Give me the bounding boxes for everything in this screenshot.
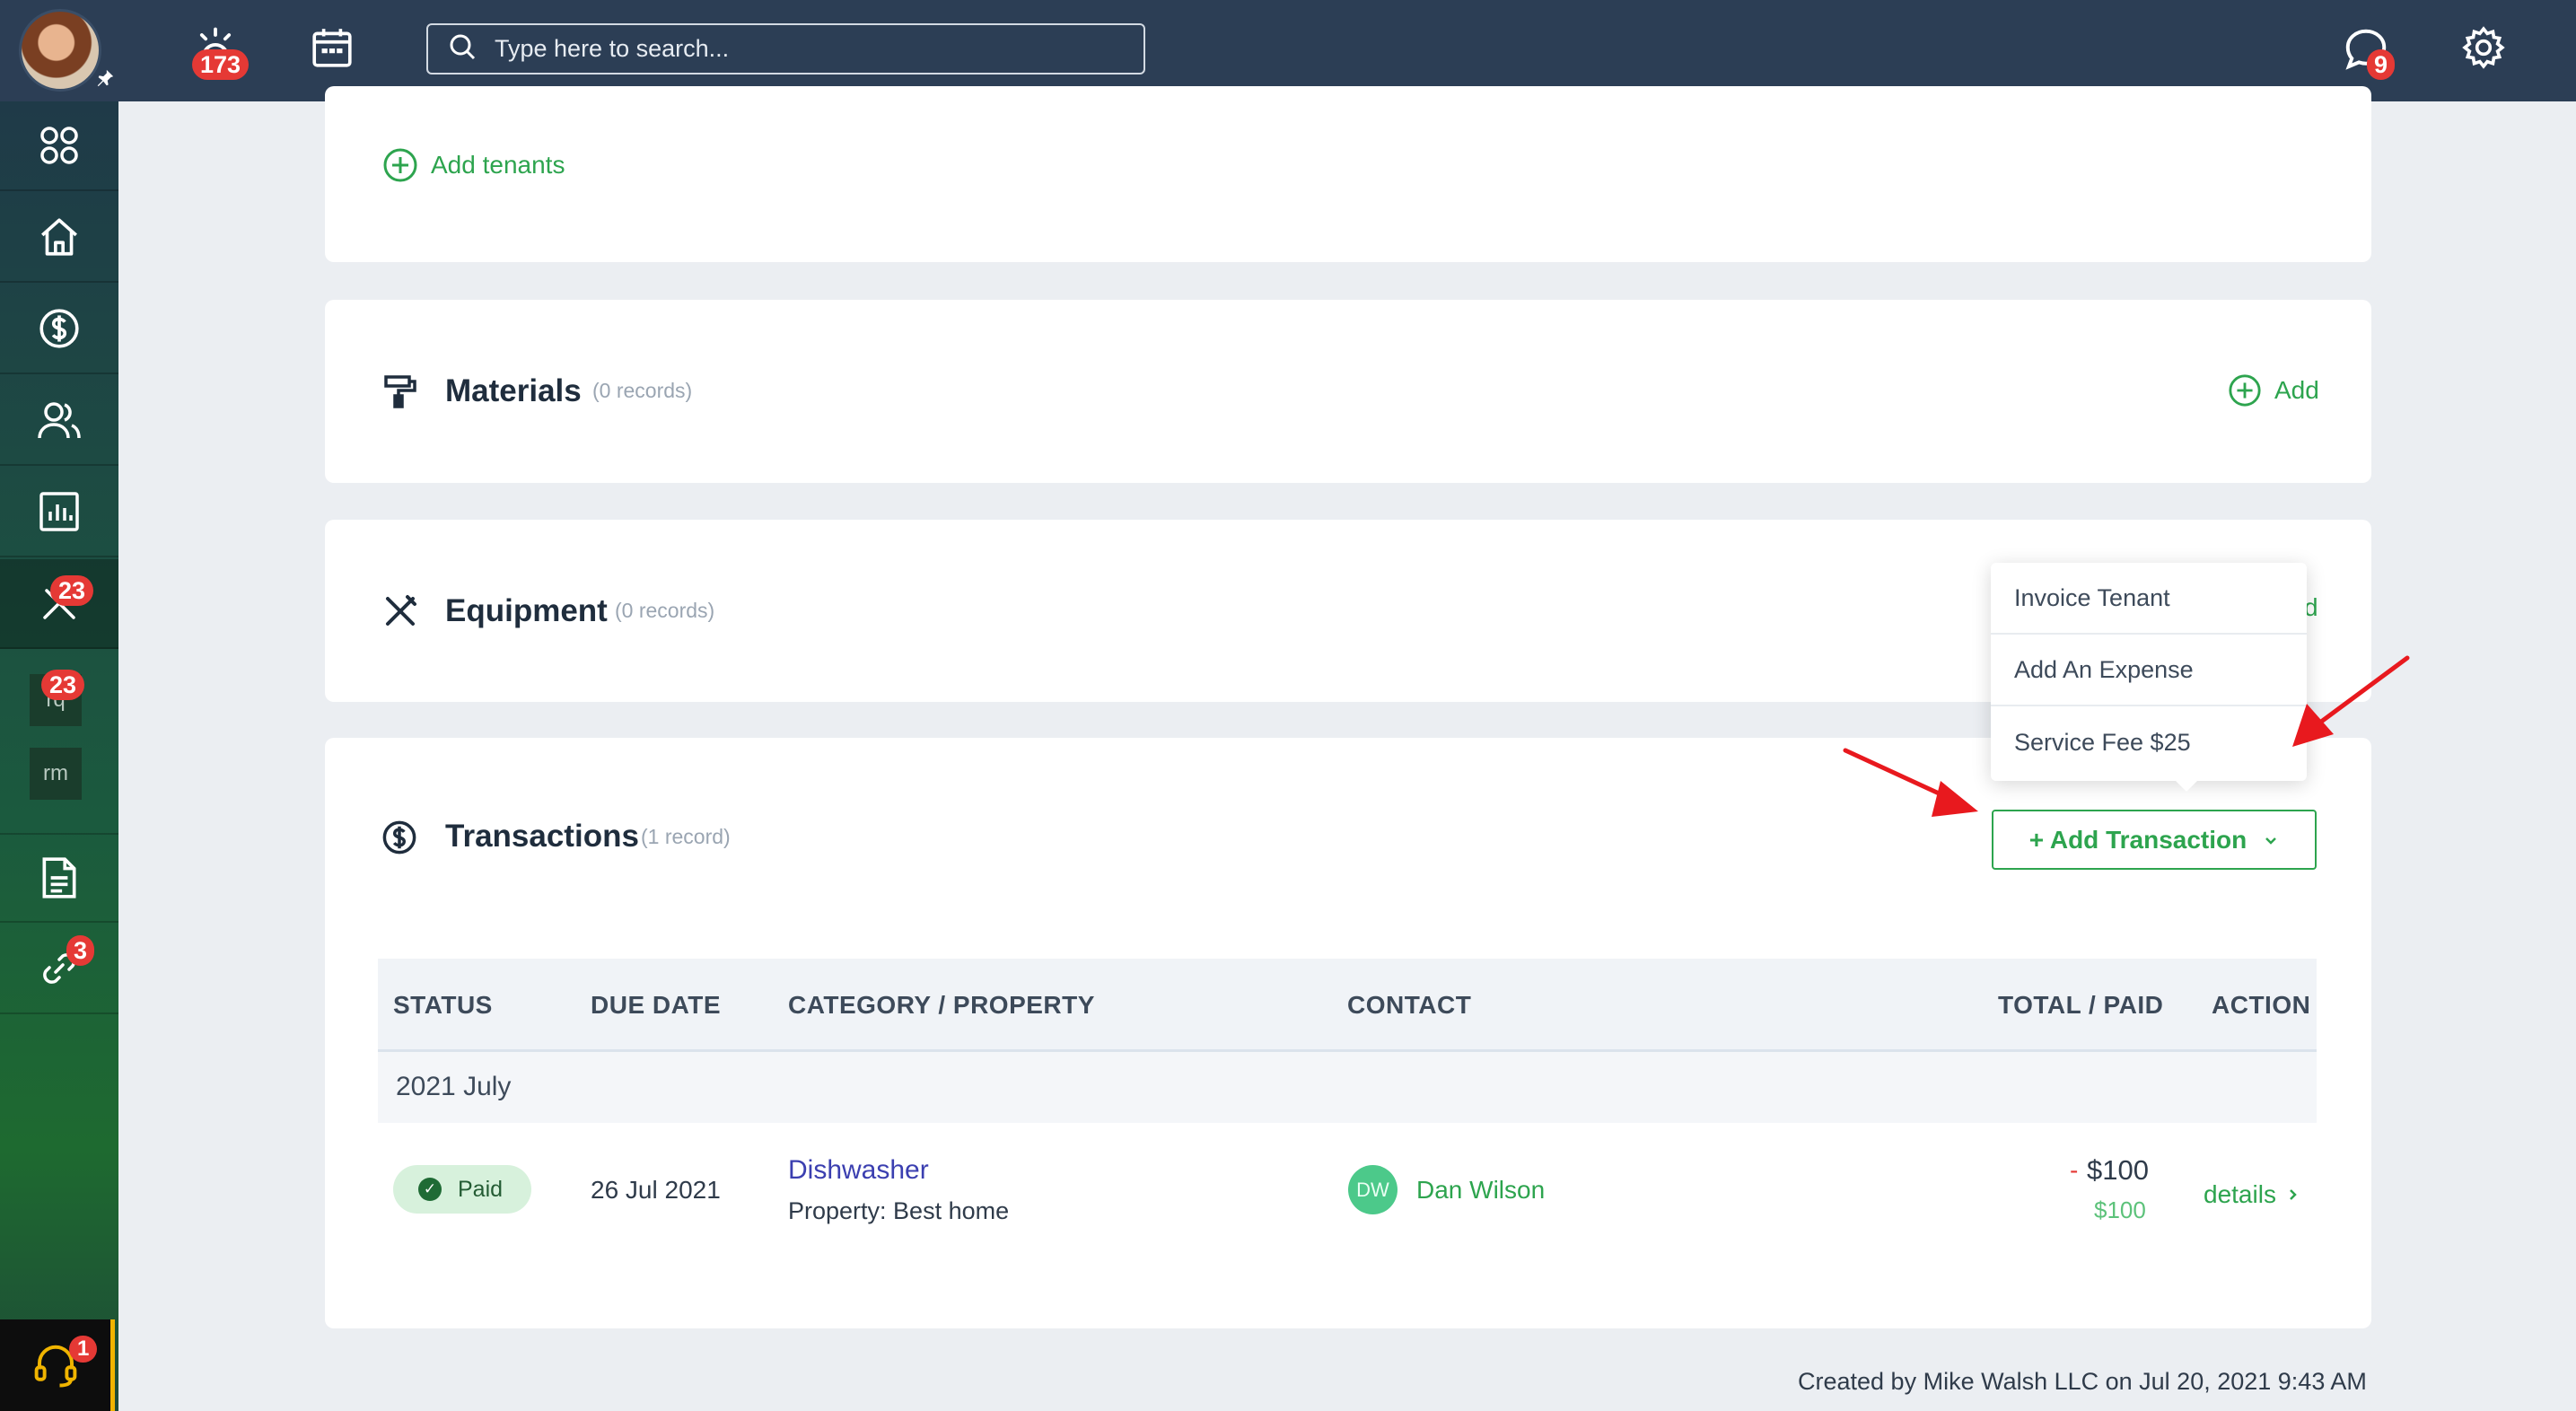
apps-grid-icon bbox=[40, 127, 78, 164]
transactions-title: Transactions bbox=[445, 819, 639, 854]
sidebar-item-finance[interactable] bbox=[0, 285, 118, 374]
dollar-circle-icon bbox=[39, 309, 79, 348]
home-icon bbox=[41, 218, 77, 256]
menu-item-add-expense[interactable]: Add An Expense bbox=[1991, 635, 2307, 706]
annotation-arrow-left bbox=[1843, 748, 1978, 817]
maintenance-badge: 23 bbox=[50, 575, 94, 606]
add-transaction-menu: Invoice Tenant Add An Expense Service Fe… bbox=[1991, 563, 2307, 781]
sidebar-item-reports[interactable] bbox=[0, 468, 118, 557]
annotation-arrow-right bbox=[2292, 655, 2410, 747]
sidebar: 23 rq 23 rm 3 bbox=[0, 101, 118, 1411]
add-tenants-link[interactable]: Add tenants bbox=[382, 147, 565, 183]
transactions-table-header: STATUS DUE DATE CATEGORY / PROPERTY CONT… bbox=[378, 959, 2317, 1052]
col-due-date: DUE DATE bbox=[591, 991, 722, 1019]
sidebar-item-home[interactable] bbox=[0, 193, 118, 283]
details-link[interactable]: details bbox=[2204, 1180, 2300, 1209]
document-icon bbox=[42, 857, 76, 898]
alerts-badge: 173 bbox=[192, 49, 250, 80]
settings-gear-icon[interactable] bbox=[2458, 22, 2510, 74]
support-badge: 1 bbox=[69, 1336, 98, 1363]
equipment-count: (0 records) bbox=[615, 599, 715, 622]
search-icon bbox=[448, 32, 477, 66]
col-total-paid: TOTAL / PAID bbox=[1998, 991, 2164, 1019]
menu-caret bbox=[2172, 777, 2201, 792]
pin-icon bbox=[93, 68, 117, 92]
transactions-count: (1 record) bbox=[641, 825, 731, 848]
sidebar-item-apps[interactable] bbox=[0, 101, 118, 191]
total-sign: - bbox=[2070, 1156, 2079, 1184]
materials-add-link[interactable]: Add bbox=[2228, 373, 2319, 408]
month-group-label: 2021 July bbox=[396, 1072, 512, 1101]
materials-count: (0 records) bbox=[592, 379, 693, 402]
user-avatar[interactable] bbox=[19, 9, 101, 92]
contact-link[interactable]: Dan Wilson bbox=[1416, 1176, 1545, 1205]
materials-add-label: Add bbox=[2274, 376, 2319, 404]
paid-amount: $100 bbox=[2094, 1196, 2146, 1223]
details-label: details bbox=[2204, 1180, 2276, 1208]
col-contact: CONTACT bbox=[1347, 991, 1472, 1019]
search-input[interactable] bbox=[495, 35, 1123, 63]
col-category-property: CATEGORY / PROPERTY bbox=[788, 991, 1095, 1019]
status-label: Paid bbox=[458, 1176, 504, 1202]
month-group-row: 2021 July bbox=[378, 1052, 2317, 1123]
status-badge: ✓ Paid bbox=[393, 1165, 531, 1214]
created-by-text: Created by Mike Walsh LLC on Jul 20, 202… bbox=[1798, 1368, 2367, 1395]
col-status: STATUS bbox=[393, 991, 493, 1019]
check-circle-icon: ✓ bbox=[418, 1178, 442, 1201]
rm-label: rm bbox=[43, 761, 68, 785]
paint-roller-icon bbox=[382, 373, 418, 414]
sidebar-item-documents[interactable] bbox=[0, 833, 118, 923]
due-date-cell: 26 Jul 2021 bbox=[591, 1176, 721, 1204]
col-action: ACTION bbox=[2212, 991, 2311, 1019]
add-transaction-label: + Add Transaction bbox=[2028, 825, 2247, 854]
contact-avatar: DW bbox=[1348, 1165, 1398, 1214]
plus-circle-icon bbox=[383, 148, 417, 182]
search-box[interactable] bbox=[426, 23, 1145, 74]
property-text: Property: Best home bbox=[788, 1197, 1010, 1224]
menu-item-service-fee[interactable]: Service Fee $25 bbox=[1991, 706, 2307, 778]
menu-item-invoice-tenant[interactable]: Invoice Tenant bbox=[1991, 563, 2307, 635]
materials-title: Materials bbox=[445, 373, 582, 408]
chevron-right-icon bbox=[2290, 1189, 2297, 1200]
sidebar-item-rm[interactable]: rm bbox=[30, 748, 82, 800]
messages-badge: 9 bbox=[2367, 49, 2396, 80]
sidebar-item-contacts[interactable] bbox=[0, 376, 118, 466]
people-icon bbox=[38, 402, 81, 439]
bar-chart-icon bbox=[39, 492, 79, 531]
plus-circle-icon bbox=[2229, 374, 2261, 407]
chevron-down-icon bbox=[2265, 837, 2277, 845]
add-transaction-button[interactable]: + Add Transaction bbox=[1992, 810, 2317, 870]
tenants-card: Add tenants bbox=[325, 86, 2371, 262]
total-amount: $100 bbox=[2087, 1154, 2149, 1186]
sidebar-item-links[interactable] bbox=[0, 925, 118, 1014]
tools-cross-icon bbox=[382, 593, 418, 634]
dollar-circle-icon bbox=[381, 819, 418, 861]
add-tenants-label: Add tenants bbox=[431, 151, 565, 179]
requests-badge: 23 bbox=[41, 670, 85, 700]
materials-card: Materials (0 records) Add bbox=[325, 300, 2371, 483]
links-badge: 3 bbox=[66, 935, 95, 966]
equipment-title: Equipment bbox=[445, 593, 608, 628]
support-button[interactable] bbox=[0, 1319, 115, 1411]
category-link[interactable]: Dishwasher bbox=[788, 1155, 929, 1186]
calendar-icon[interactable] bbox=[303, 20, 361, 75]
